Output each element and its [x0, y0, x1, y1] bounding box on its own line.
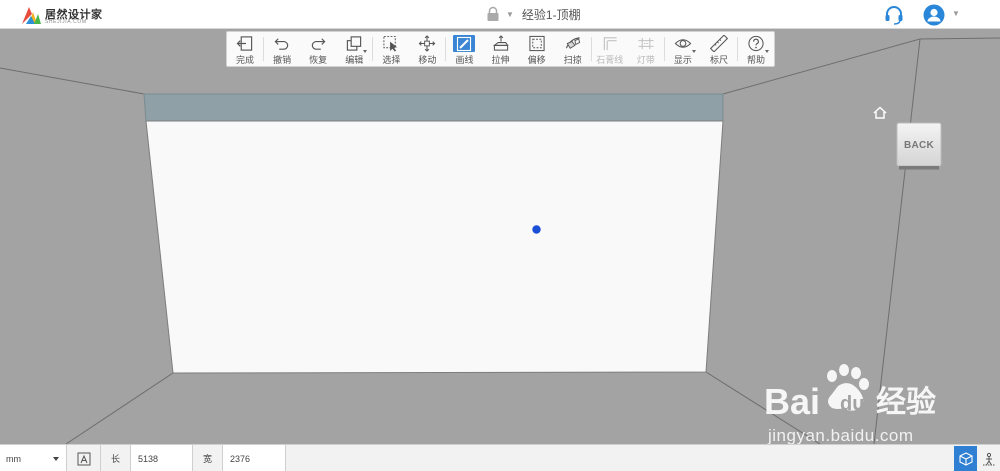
edit-menu-button[interactable]: 编辑 [336, 32, 372, 66]
select-label: 选择 [382, 55, 401, 65]
brand-logo[interactable]: 居然设计家 SHEJIJIA.COM [20, 4, 102, 26]
snap-icon [77, 452, 90, 465]
offset-icon [529, 35, 545, 52]
exit-icon [236, 36, 253, 51]
avatar-chevron-down-icon[interactable]: ▼ [952, 9, 960, 18]
move-button[interactable]: 移动 [409, 32, 445, 66]
redo-label: 恢复 [309, 55, 328, 65]
ruler-button[interactable]: 标尺 [701, 32, 737, 66]
select-button[interactable]: 选择 [373, 32, 409, 66]
3d-view-button[interactable] [954, 446, 977, 471]
draw-line-button[interactable]: 画线 [446, 32, 482, 66]
eye-icon [674, 39, 692, 48]
home-view-icon[interactable] [873, 106, 887, 119]
undo-icon [274, 38, 289, 50]
finish-label: 完成 [236, 55, 255, 65]
ruler-label: 标尺 [709, 55, 728, 65]
top-header: 居然设计家 SHEJIJIA.COM ▼ 经验1-顶棚 ▼ [0, 0, 1000, 29]
extrude-button[interactable]: 拉伸 [483, 32, 519, 66]
watermark-url: jingyan.baidu.com [768, 426, 914, 445]
display-menu-button[interactable]: 显示 [665, 32, 701, 66]
molding-button[interactable]: 石膏线 [592, 32, 628, 66]
view-cube-face-label[interactable]: BACK [896, 140, 942, 151]
svg-text:du: du [840, 393, 864, 415]
offset-button[interactable]: 偏移 [519, 32, 555, 66]
person-view-icon [982, 452, 995, 465]
edit-label: 编辑 [345, 55, 364, 65]
svg-text:Bai: Bai [764, 381, 820, 422]
document-title-area[interactable]: ▼ 经验1-顶棚 [486, 5, 581, 23]
offset-label: 偏移 [527, 55, 546, 65]
baidu-jingyan-watermark-logo: Bai du 经验 [764, 364, 936, 422]
document-title: 经验1-顶棚 [521, 7, 581, 22]
status-bar: mm 长 5138 宽 2376 [0, 444, 1000, 471]
walkthrough-view-button[interactable] [977, 446, 1000, 471]
width-label: 宽 [193, 445, 223, 471]
select-icon [383, 35, 398, 52]
draw-line-icon [457, 36, 472, 51]
molding-icon [603, 37, 617, 51]
redo-icon [311, 38, 326, 50]
length-label: 长 [101, 445, 131, 471]
extrude-icon [492, 35, 509, 51]
display-label: 显示 [673, 55, 692, 65]
move-label: 移动 [418, 55, 437, 65]
draw-line-label: 画线 [455, 55, 474, 65]
width-value[interactable]: 2376 [223, 445, 286, 471]
ruler-icon [709, 35, 728, 52]
brand-logo-icon [22, 7, 41, 24]
light-strip-icon [638, 37, 654, 50]
move-icon [419, 35, 436, 52]
snap-toggle-button[interactable] [67, 445, 101, 471]
draw-line-active-indicator [453, 35, 476, 52]
chevron-down-icon [53, 457, 59, 461]
undo-button[interactable]: 撤销 [264, 32, 300, 66]
help-label: 帮助 [747, 55, 766, 65]
unit-select-value: mm [6, 453, 21, 464]
help-icon [748, 35, 764, 52]
undo-label: 撤销 [273, 55, 292, 65]
chevron-down-icon[interactable]: ▼ [506, 10, 514, 19]
length-value[interactable]: 5138 [131, 445, 193, 471]
brand-subtitle: SHEJIJIA.COM [45, 19, 87, 25]
sweep-label: 扫掠 [563, 55, 582, 65]
edit-icon [347, 36, 362, 51]
help-menu-button[interactable]: 帮助 [738, 32, 774, 66]
redo-button[interactable]: 恢复 [300, 32, 336, 66]
sweep-button[interactable]: 扫掠 [555, 32, 591, 66]
svg-text:经验: 经验 [876, 385, 936, 420]
finish-button[interactable]: 完成 [227, 32, 263, 66]
edit-toolbar: 完成 撤销 恢复 编辑 选择 移动 画线 拉伸 偏移 扫掠 石膏线 灯带 显示 … [226, 31, 775, 67]
user-avatar-icon[interactable] [923, 4, 945, 26]
lock-icon [487, 6, 499, 21]
cube-view-icon [958, 451, 973, 466]
headset-support-icon[interactable] [884, 5, 904, 25]
molding-label: 石膏线 [596, 55, 624, 65]
light-strip-label: 灯带 [636, 55, 655, 65]
extrude-label: 拉伸 [491, 55, 510, 65]
unit-select[interactable]: mm [0, 445, 67, 471]
light-strip-button[interactable]: 灯带 [628, 32, 664, 66]
sweep-icon [565, 37, 580, 49]
